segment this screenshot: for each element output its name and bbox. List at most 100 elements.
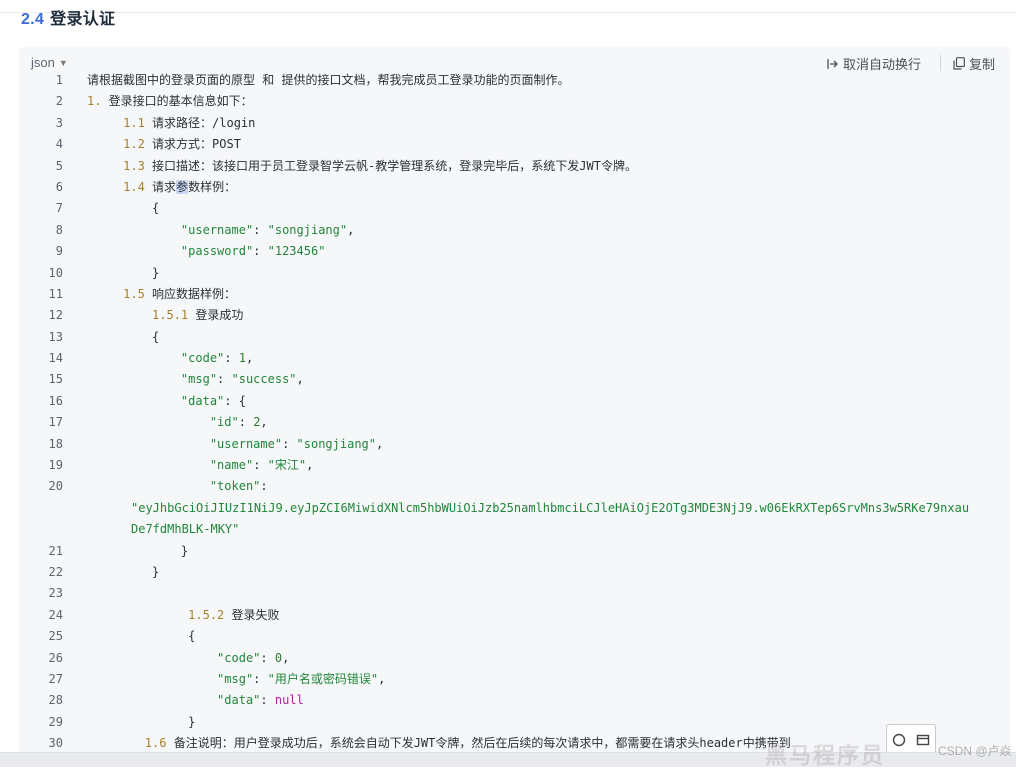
code-token: 请求	[144, 179, 177, 194]
bottom-scrollbar-track[interactable]	[0, 752, 1016, 767]
line-number: 25	[48, 629, 63, 644]
code-token: 1.2	[123, 137, 145, 152]
top-divider	[0, 12, 1016, 13]
code-line: 14 "code": 1,	[19, 348, 1010, 369]
code-line-wrapped: "eyJhbGciOiJIUzI1NiJ9.eyJpZCI6MiwidXNlcm…	[19, 498, 1010, 519]
code-token: 0	[274, 650, 283, 665]
line-number: 9	[55, 244, 63, 259]
code-token: 登录成功	[188, 308, 244, 323]
code-token: {	[152, 329, 160, 344]
code-token: {	[188, 629, 196, 644]
line-number: 29	[48, 714, 63, 729]
code-token: ,	[260, 415, 268, 430]
code-token: ,	[378, 671, 386, 686]
code-token: }	[152, 564, 160, 579]
code-token: "password"	[180, 244, 254, 259]
section-title: 登录认证	[50, 11, 116, 28]
language-label: json	[31, 55, 55, 70]
line-number: 24	[48, 607, 63, 622]
code-line-text: "token":	[63, 476, 1010, 497]
code-line-text: "username": "songjiang",	[63, 220, 1010, 241]
code-line: 16 "data": {	[19, 391, 1010, 412]
code-token: 登录接口的基本信息如下：	[101, 94, 253, 109]
code-line-text: "username": "songjiang",	[63, 434, 1010, 455]
code-token: "code"	[180, 351, 225, 366]
circle-icon	[892, 733, 906, 747]
line-number: 1	[55, 73, 63, 87]
code-line-text: 1.2 请求方式：POST	[63, 134, 1010, 155]
code-line: 3 1.1 请求路径：/login	[19, 113, 1010, 134]
code-token: "name"	[209, 458, 254, 473]
line-number: 3	[55, 115, 63, 130]
code-line: 24 1.5.2 登录失败	[19, 605, 1010, 626]
code-line: 2 1. 登录接口的基本信息如下：	[19, 91, 1010, 112]
code-token: ,	[306, 458, 314, 473]
code-line: 1 请根据截图中的登录页面的原型 和 提供的接口文档，帮我完成员工登录功能的页面制…	[19, 70, 1010, 91]
wrap-toggle-icon	[827, 58, 839, 70]
code-token: "msg"	[217, 671, 254, 686]
code-token: :	[238, 415, 254, 430]
code-line: 15 "msg": "success",	[19, 369, 1010, 390]
code-line-text: }	[63, 541, 1010, 562]
code-line-text: "eyJhbGciOiJIUzI1NiJ9.eyJpZCI6MiwidXNlcm…	[63, 498, 1010, 519]
code-token: :	[260, 650, 275, 665]
code-line: 8 "username": "songjiang",	[19, 220, 1010, 241]
code-line-text: 请根据截图中的登录页面的原型 和 提供的接口文档，帮我完成员工登录功能的页面制作…	[63, 70, 1010, 91]
code-line-text: }	[63, 712, 1010, 733]
code-lines: 1 请根据截图中的登录页面的原型 和 提供的接口文档，帮我完成员工登录功能的页面制…	[19, 70, 1010, 755]
section-number: 2.4	[21, 11, 45, 28]
code-line: 7 {	[19, 198, 1010, 219]
code-line-text: 1.5 响应数据样例：	[63, 284, 1010, 305]
code-token: 备注说明：用户登录成功后，系统会自动下发JWT令牌，然后在后续的每次请求中，都需…	[166, 736, 791, 751]
code-line-text: 1. 登录接口的基本信息如下：	[63, 91, 1010, 112]
code-line: 22 }	[19, 562, 1010, 583]
line-number: 2	[55, 94, 63, 109]
code-line: 29 }	[19, 712, 1010, 733]
code-line: 5 1.3 接口描述：该接口用于员工登录智学云帆-教学管理系统，登录完毕后，系统…	[19, 156, 1010, 177]
code-token: 参	[176, 179, 189, 194]
code-token: "username"	[209, 436, 283, 451]
code-line: 12 1.5.1 登录成功	[19, 305, 1010, 326]
code-token: 数样例：	[188, 179, 237, 194]
code-token: 接口描述：该接口用于员工登录智学云帆-教学管理系统，登录完毕后，系统下发JWT令…	[144, 158, 637, 173]
code-token: 1.5.2	[188, 607, 225, 622]
copy-icon	[953, 57, 965, 70]
code-line-text: 1.1 请求路径：/login	[63, 113, 1010, 134]
caret-down-icon: ▼	[58, 57, 68, 68]
line-number: 19	[48, 458, 63, 473]
code-token: De7fdMhBLK-MKY"	[131, 522, 240, 537]
code-line-text: {	[63, 327, 1010, 348]
code-token: 1.4	[123, 179, 145, 194]
code-token: "msg"	[180, 372, 218, 387]
line-number: 26	[48, 650, 63, 665]
line-number: 21	[48, 543, 63, 558]
code-token: ,	[347, 222, 355, 237]
code-token: "id"	[209, 415, 239, 430]
code-token: null	[274, 693, 304, 708]
section-heading: 2.4 登录认证	[21, 9, 115, 31]
line-number: 11	[48, 286, 63, 301]
code-token: }	[152, 265, 160, 280]
code-token: :	[253, 458, 268, 473]
code-line: 4 1.2 请求方式：POST	[19, 134, 1010, 155]
code-token: "username"	[180, 222, 254, 237]
code-line-text: }	[63, 263, 1010, 284]
code-line-text: {	[63, 198, 1010, 219]
line-number: 27	[48, 671, 63, 686]
code-token: :	[260, 479, 268, 494]
line-number: 22	[48, 564, 63, 579]
line-number: 17	[48, 415, 63, 430]
code-token: 响应数据样例：	[144, 286, 237, 301]
code-token: 请求路径：/login	[144, 115, 256, 130]
code-line: 28 "data": null	[19, 690, 1010, 711]
code-line-text: "msg": "success",	[63, 369, 1010, 390]
language-select[interactable]: json ▼	[31, 55, 68, 70]
code-line-text: 1.4 请求参数样例：	[63, 177, 1010, 198]
code-token: }	[180, 543, 189, 558]
code-token: }	[188, 714, 196, 729]
code-line: 11 1.5 响应数据样例：	[19, 284, 1010, 305]
line-number: 10	[48, 265, 63, 280]
code-line-text: 1.5.1 登录成功	[63, 305, 1010, 326]
code-line: 25 {	[19, 626, 1010, 647]
line-number: 7	[55, 201, 63, 216]
